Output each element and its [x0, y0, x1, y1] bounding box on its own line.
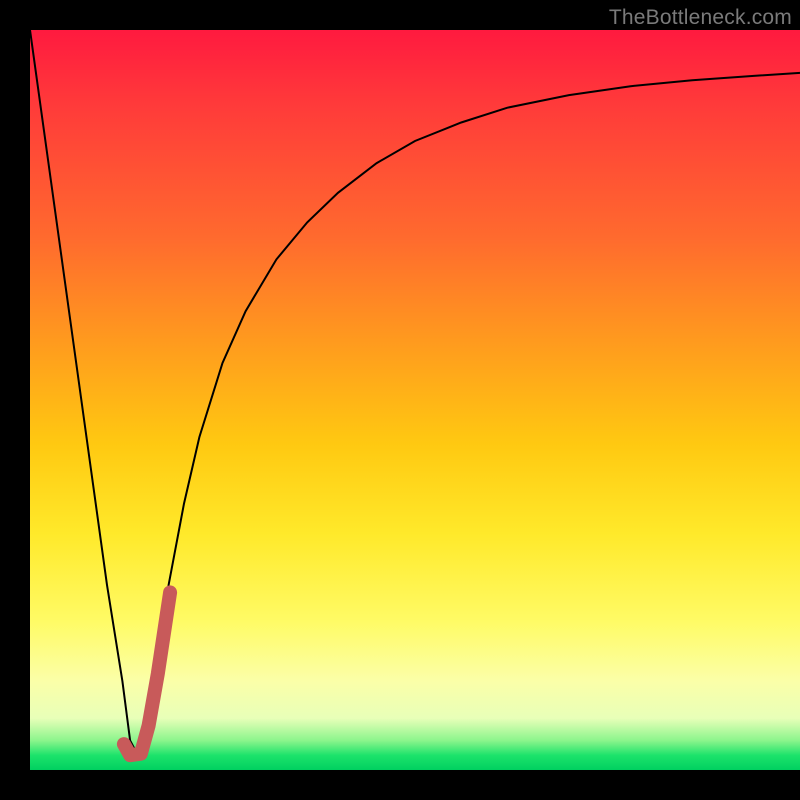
chart-frame: TheBottleneck.com: [0, 0, 800, 800]
highlight-hook: [124, 592, 170, 755]
chart-svg: [30, 30, 800, 770]
watermark-text: TheBottleneck.com: [609, 6, 792, 30]
main-curve: [30, 30, 800, 755]
